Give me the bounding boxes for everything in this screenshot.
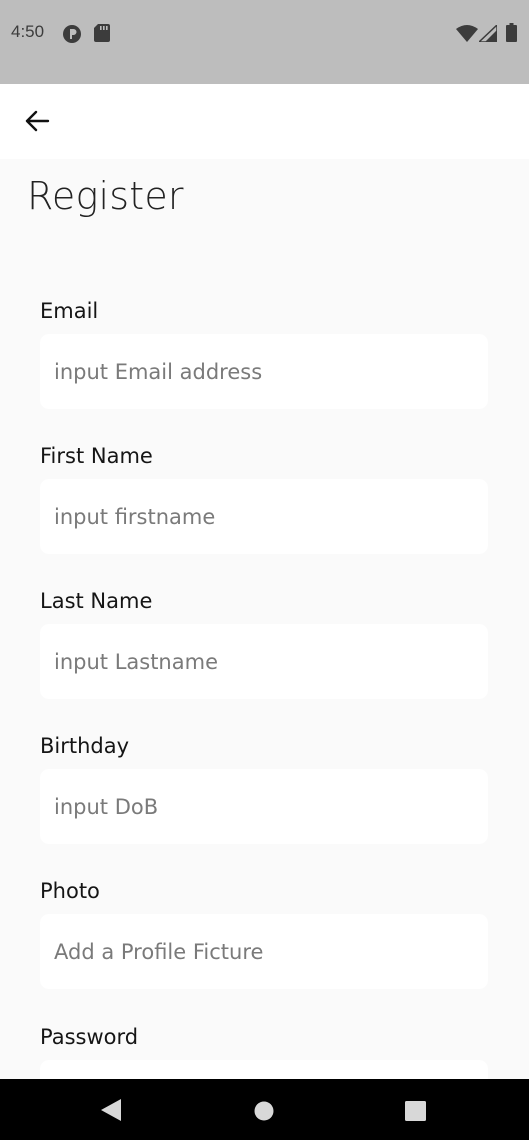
wifi-icon [456,25,478,46]
birthday-field-group: Birthday [40,729,488,844]
back-button[interactable] [14,98,60,144]
birthday-label: Birthday [40,734,130,758]
photo-input[interactable] [40,914,488,989]
recents-square-icon[interactable] [405,1101,426,1125]
status-time: 4:50 [11,22,45,41]
app-bar [0,84,529,159]
arrow-left-icon [25,110,50,132]
first-name-input[interactable] [40,479,488,554]
sd-card-icon [94,24,110,46]
last-name-input[interactable] [40,624,488,699]
email-input[interactable] [40,334,488,409]
birthday-input[interactable] [40,769,488,844]
last-name-label: Last Name [40,589,153,613]
register-form-scroll[interactable]: Register Email First Name Last Name Birt… [0,159,529,1079]
back-triangle-icon[interactable] [101,1099,121,1125]
password-field-group: Password [40,1020,488,1079]
photo-field-group: Photo [40,874,488,989]
first-name-label: First Name [40,444,153,468]
first-name-field-group: First Name [40,439,488,554]
password-label: Password [40,1025,139,1049]
home-circle-icon[interactable] [254,1101,274,1125]
email-field-group: Email [40,294,488,409]
navigation-bar [0,1079,529,1140]
status-bar: 4:50 [0,0,529,84]
photo-label: Photo [40,879,100,903]
signal-icon [477,23,498,46]
battery-icon [506,23,517,46]
email-label: Email [40,299,99,323]
page-title: Register [27,174,184,218]
record-icon [62,24,82,48]
last-name-field-group: Last Name [40,584,488,699]
password-input[interactable] [40,1060,488,1079]
